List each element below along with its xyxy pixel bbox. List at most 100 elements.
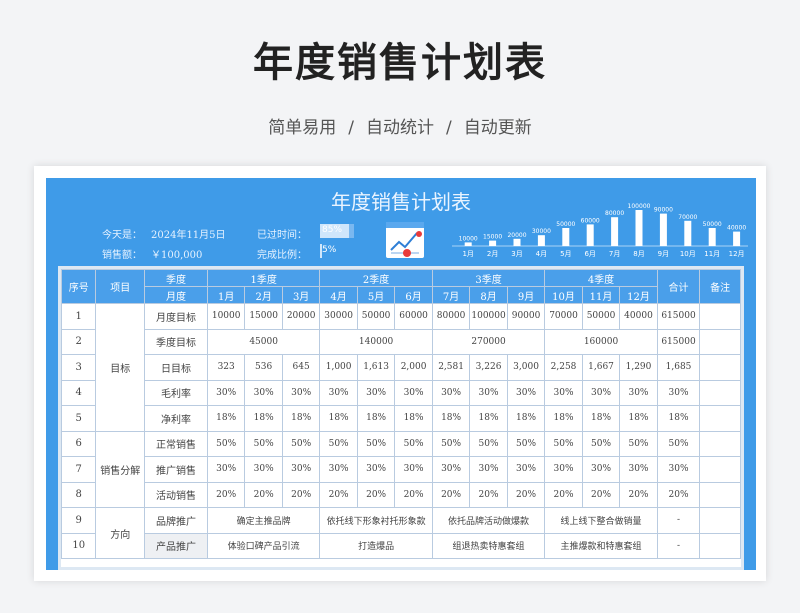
data-cell[interactable]: 30% — [356, 379, 396, 406]
data-cell[interactable]: 10000 — [206, 303, 246, 330]
group-label-cell[interactable]: 目标 — [95, 303, 146, 432]
data-cell[interactable]: 50% — [356, 430, 396, 457]
row-label-cell[interactable]: 日目标 — [144, 354, 208, 381]
data-cell[interactable]: 30% — [319, 456, 358, 483]
data-cell[interactable]: 30% — [394, 456, 433, 483]
data-cell[interactable]: 20% — [619, 481, 658, 508]
total-cell[interactable]: 615000 — [656, 328, 701, 355]
note-cell[interactable] — [699, 303, 741, 330]
row-number-cell[interactable]: 9 — [60, 507, 97, 534]
data-cell[interactable]: 18% — [394, 405, 433, 432]
data-cell[interactable]: 90000 — [506, 303, 546, 330]
row-number-cell[interactable]: 8 — [60, 481, 97, 508]
quarter-cell[interactable]: 体验口碑产品引流 — [206, 532, 321, 559]
data-cell[interactable]: 50% — [619, 430, 658, 457]
data-cell[interactable]: 20% — [356, 481, 396, 508]
data-cell[interactable]: 30% — [244, 379, 283, 406]
data-cell[interactable]: 2,581 — [431, 354, 471, 381]
total-cell[interactable]: 30% — [656, 379, 701, 406]
data-cell[interactable]: 20% — [244, 481, 283, 508]
data-cell[interactable]: 18% — [469, 405, 508, 432]
note-cell[interactable] — [699, 507, 741, 534]
quarter-cell[interactable]: 依托线下形象衬托形象款 — [319, 507, 433, 534]
data-cell[interactable]: 18% — [206, 405, 246, 432]
data-cell[interactable]: 30% — [281, 379, 321, 406]
data-cell[interactable]: 50% — [244, 430, 283, 457]
data-cell[interactable]: 40000 — [619, 303, 658, 330]
note-cell[interactable] — [699, 379, 741, 406]
data-cell[interactable]: 18% — [319, 405, 358, 432]
data-cell[interactable]: 30% — [581, 379, 621, 406]
data-cell[interactable]: 3,226 — [469, 354, 508, 381]
note-cell[interactable] — [699, 354, 741, 381]
data-cell[interactable]: 18% — [356, 405, 396, 432]
data-cell[interactable]: 536 — [244, 354, 283, 381]
row-number-cell[interactable]: 10 — [60, 532, 97, 559]
data-cell[interactable]: 30% — [206, 379, 246, 406]
note-cell[interactable] — [699, 430, 741, 457]
data-cell[interactable]: 20% — [206, 481, 246, 508]
data-cell[interactable]: 20% — [469, 481, 508, 508]
data-cell[interactable]: 30000 — [319, 303, 358, 330]
data-cell[interactable]: 80000 — [431, 303, 471, 330]
total-cell[interactable]: 50% — [656, 430, 701, 457]
row-number-cell[interactable]: 1 — [60, 303, 97, 330]
data-cell[interactable]: 70000 — [544, 303, 583, 330]
data-cell[interactable]: 30% — [206, 456, 246, 483]
quarter-cell[interactable]: 160000 — [544, 328, 658, 355]
row-label-cell[interactable]: 品牌推广 — [144, 507, 208, 534]
data-cell[interactable]: 20000 — [281, 303, 321, 330]
row-label-cell[interactable]: 产品推广 — [144, 532, 208, 559]
data-cell[interactable]: 30% — [244, 456, 283, 483]
data-cell[interactable]: 30% — [581, 456, 621, 483]
quarter-cell[interactable]: 线上线下整合做销量 — [544, 507, 658, 534]
data-cell[interactable]: 20% — [544, 481, 583, 508]
row-number-cell[interactable]: 2 — [60, 328, 97, 355]
quarter-cell[interactable]: 140000 — [319, 328, 433, 355]
data-cell[interactable]: 30% — [469, 456, 508, 483]
data-cell[interactable]: 20% — [281, 481, 321, 508]
data-cell[interactable]: 30% — [544, 456, 583, 483]
total-cell[interactable]: - — [656, 532, 701, 559]
quarter-cell[interactable]: 依托品牌活动做爆款 — [431, 507, 546, 534]
data-cell[interactable]: 50% — [206, 430, 246, 457]
data-cell[interactable]: 323 — [206, 354, 246, 381]
data-cell[interactable]: 15000 — [244, 303, 283, 330]
data-cell[interactable]: 30% — [356, 456, 396, 483]
quarter-cell[interactable]: 组退热卖特惠套组 — [431, 532, 546, 559]
data-cell[interactable]: 50000 — [356, 303, 396, 330]
data-cell[interactable]: 3,000 — [506, 354, 546, 381]
data-cell[interactable]: 50% — [581, 430, 621, 457]
row-number-cell[interactable]: 7 — [60, 456, 97, 483]
note-cell[interactable] — [699, 456, 741, 483]
note-cell[interactable] — [699, 532, 741, 559]
total-cell[interactable]: 1,685 — [656, 354, 701, 381]
data-cell[interactable]: 18% — [544, 405, 583, 432]
data-cell[interactable]: 30% — [506, 456, 546, 483]
row-number-cell[interactable]: 3 — [60, 354, 97, 381]
quarter-cell[interactable]: 主推爆款和特惠套组 — [544, 532, 658, 559]
data-cell[interactable]: 18% — [244, 405, 283, 432]
row-number-cell[interactable]: 5 — [60, 405, 97, 432]
note-cell[interactable] — [699, 481, 741, 508]
quarter-cell[interactable]: 270000 — [431, 328, 546, 355]
data-cell[interactable]: 1,667 — [581, 354, 621, 381]
row-label-cell[interactable]: 季度目标 — [144, 328, 208, 355]
data-cell[interactable]: 60000 — [394, 303, 433, 330]
data-cell[interactable]: 50000 — [581, 303, 621, 330]
total-cell[interactable]: 30% — [656, 456, 701, 483]
data-cell[interactable]: 50% — [394, 430, 433, 457]
data-cell[interactable]: 30% — [431, 456, 471, 483]
data-cell[interactable]: 18% — [581, 405, 621, 432]
quarter-cell[interactable]: 打造爆品 — [319, 532, 433, 559]
group-label-cell[interactable]: 销售分解 — [95, 430, 146, 508]
row-label-cell[interactable]: 月度目标 — [144, 303, 208, 330]
row-label-cell[interactable]: 净利率 — [144, 405, 208, 432]
data-cell[interactable]: 30% — [619, 456, 658, 483]
note-cell[interactable] — [699, 405, 741, 432]
data-cell[interactable]: 1,000 — [319, 354, 358, 381]
data-cell[interactable]: 50% — [431, 430, 471, 457]
data-cell[interactable]: 20% — [581, 481, 621, 508]
group-label-cell[interactable]: 方向 — [95, 507, 146, 559]
data-cell[interactable]: 20% — [431, 481, 471, 508]
